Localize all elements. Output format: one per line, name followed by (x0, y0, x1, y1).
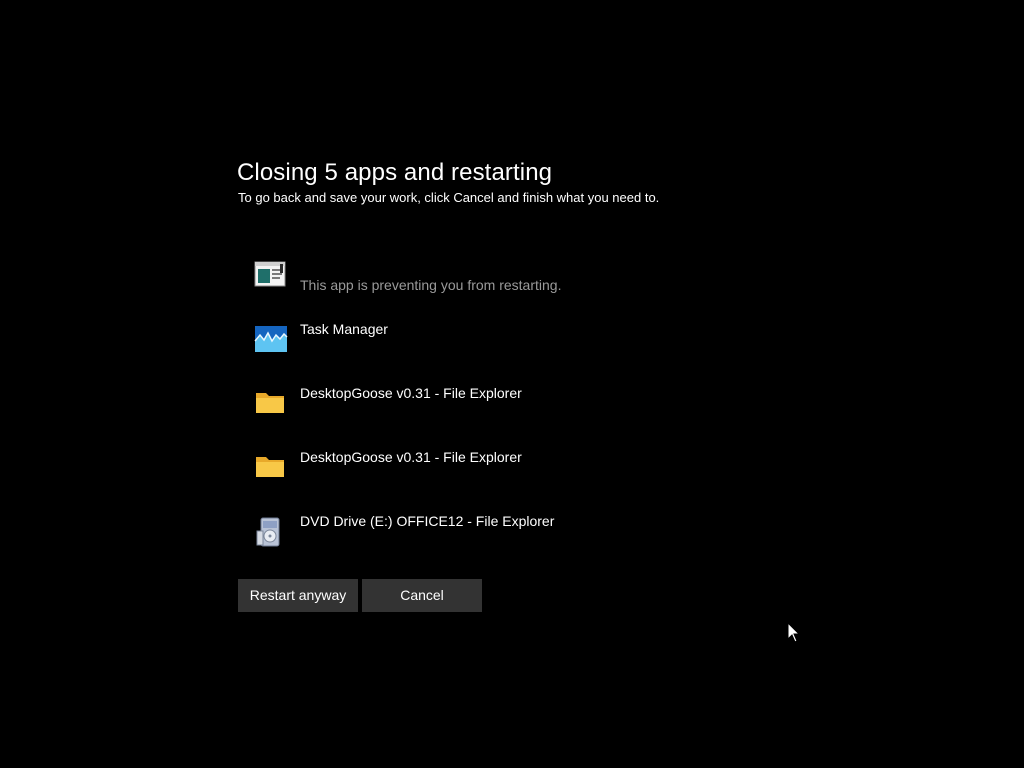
restart-screen: Closing 5 apps and restarting To go back… (0, 0, 1024, 768)
app-name: Task Manager (300, 321, 388, 337)
mouse-pointer-icon (787, 621, 801, 644)
app-window-icon (254, 260, 290, 296)
app-list-item: Task Manager (254, 321, 674, 361)
installer-disc-icon (254, 515, 290, 551)
task-manager-icon (254, 325, 290, 361)
folder-icon (254, 389, 290, 425)
app-list-item: DVD Drive (E:) OFFICE12 - File Explorer (254, 513, 674, 553)
dialog-title: Closing 5 apps and restarting (237, 159, 553, 186)
dialog-subtitle: To go back and save your work, click Can… (238, 190, 660, 205)
app-name: DVD Drive (E:) OFFICE12 - File Explorer (300, 513, 555, 529)
folder-icon (254, 453, 290, 489)
restart-anyway-button[interactable]: Restart anyway (238, 579, 358, 612)
app-list-item: DesktopGoose v0.31 - File Explorer (254, 449, 674, 489)
cancel-button[interactable]: Cancel (362, 579, 482, 612)
blocking-app-note: This app is preventing you from restarti… (300, 277, 562, 293)
app-name: DesktopGoose v0.31 - File Explorer (300, 449, 522, 465)
app-list-item: DesktopGoose v0.31 - File Explorer (254, 385, 674, 425)
app-name: DesktopGoose v0.31 - File Explorer (300, 385, 522, 401)
